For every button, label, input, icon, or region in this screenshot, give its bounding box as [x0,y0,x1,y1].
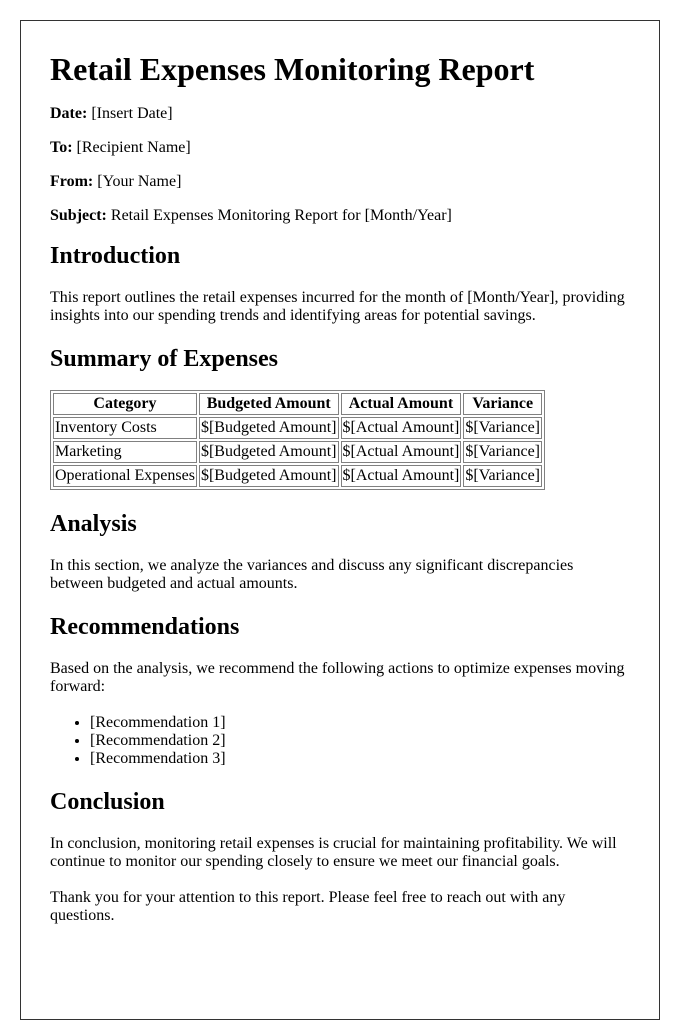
meta-label: Date: [50,105,88,122]
column-header: Actual Amount [340,393,462,415]
analysis-text: In this section, we analyze the variance… [50,557,574,592]
table-cell: $[Variance] [463,465,542,487]
meta-date: Date: [Insert Date] [50,105,630,123]
table-cell: $[Actual Amount] [340,441,462,463]
table-cell: Operational Expenses [53,465,197,487]
table-cell: Marketing [53,441,197,463]
list-item: [Recommendation 3] [90,750,630,768]
recommendations-heading: Recommendations [50,614,240,640]
table-cell: $[Budgeted Amount] [198,441,339,463]
table-cell: $[Variance] [463,441,542,463]
meta-label: From: [50,173,94,190]
expenses-table: Category Budgeted Amount Actual Amount V… [50,390,545,490]
conclusion-heading: Conclusion [50,789,165,815]
table-cell: $[Actual Amount] [340,465,462,487]
report-title: Retail Expenses Monitoring Report [50,51,535,87]
column-header: Budgeted Amount [198,393,339,415]
table-row: Marketing $[Budgeted Amount] $[Actual Am… [53,441,542,463]
meta-value: Retail Expenses Monitoring Report for [M… [110,207,452,224]
recommendations-text: Based on the analysis, we recommend the … [50,660,625,695]
table-cell: $[Budgeted Amount] [198,417,339,439]
summary-heading: Summary of Expenses [50,346,279,372]
recommendations-list: [Recommendation 1] [Recommendation 2] [R… [50,714,630,768]
meta-value: [Recipient Name] [76,139,191,156]
meta-to: To: [Recipient Name] [50,139,630,157]
table-cell: Inventory Costs [53,417,197,439]
conclusion-text: In conclusion, monitoring retail expense… [50,835,617,870]
meta-label: To: [50,139,73,156]
table-header-row: Category Budgeted Amount Actual Amount V… [53,393,542,415]
column-header: Variance [463,393,542,415]
table-row: Operational Expenses $[Budgeted Amount] … [53,465,542,487]
analysis-heading: Analysis [50,511,137,537]
introduction-heading: Introduction [50,243,181,269]
meta-subject: Subject: Retail Expenses Monitoring Repo… [50,207,630,225]
meta-value: [Insert Date] [91,105,173,122]
meta-from: From: [Your Name] [50,173,630,191]
list-item: [Recommendation 1] [90,714,630,732]
table-cell: $[Budgeted Amount] [198,465,339,487]
column-header: Category [53,393,197,415]
table-cell: $[Variance] [463,417,542,439]
table-cell: $[Actual Amount] [340,417,462,439]
closing-text: Thank you for your attention to this rep… [50,889,566,924]
table-row: Inventory Costs $[Budgeted Amount] $[Act… [53,417,542,439]
meta-value: [Your Name] [97,173,182,190]
introduction-text: This report outlines the retail expenses… [50,289,625,324]
list-item: [Recommendation 2] [90,732,630,750]
meta-label: Subject: [50,207,107,224]
report-page: Retail Expenses Monitoring Report Date: … [20,20,660,1020]
